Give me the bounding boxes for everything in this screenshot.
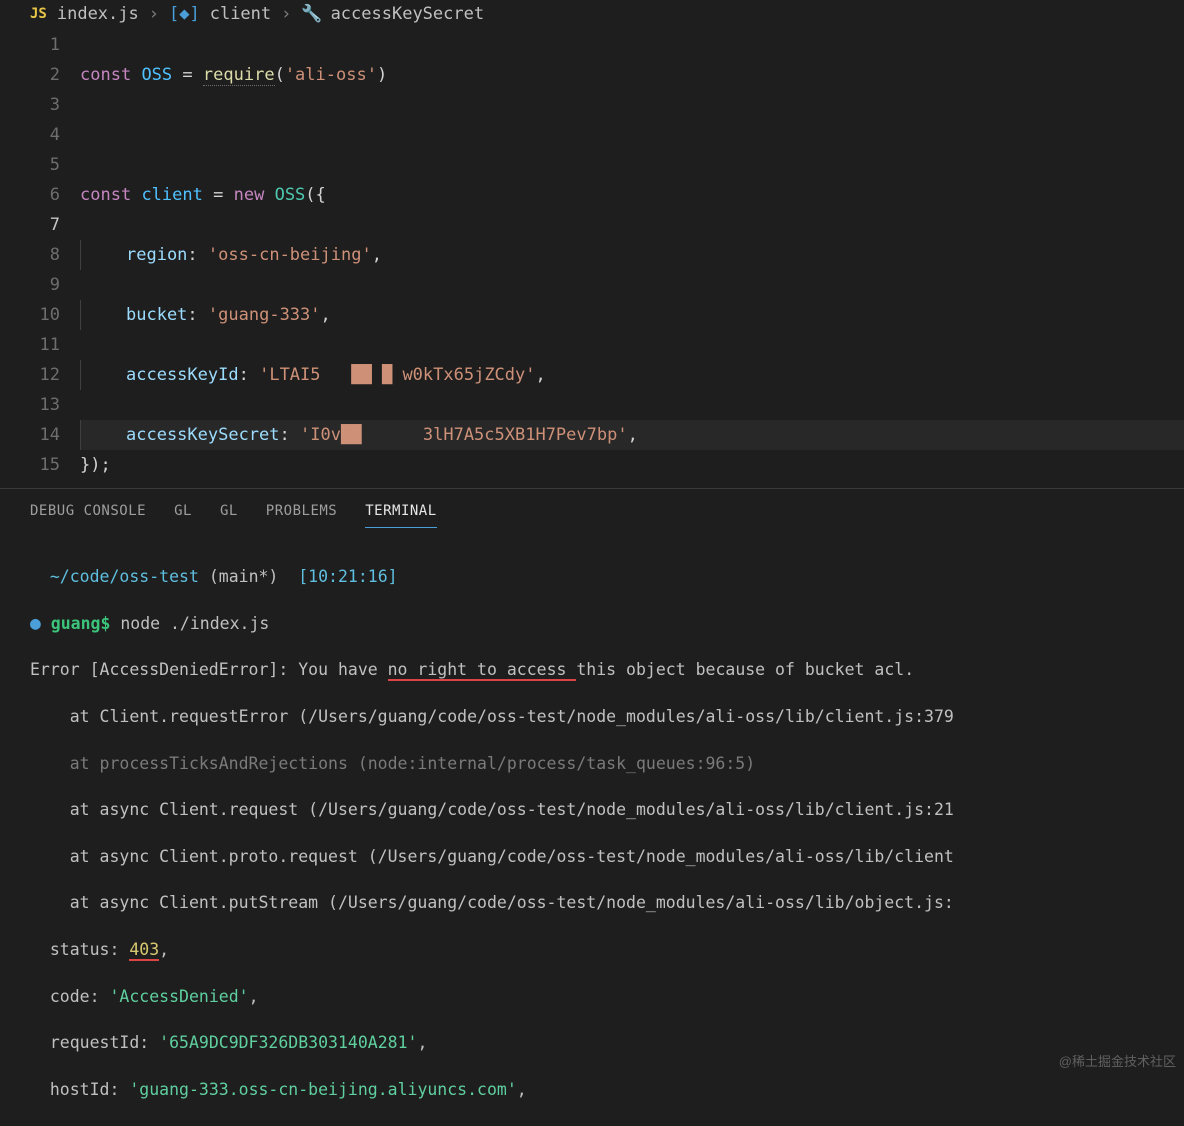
code-token: OSS (275, 185, 306, 205)
line-number: 12 (0, 360, 60, 390)
code-content[interactable]: const OSS = require('ali-oss') const cli… (80, 30, 1184, 488)
terminal-prompt: guang$ (51, 614, 111, 633)
line-number: 1 (0, 30, 60, 60)
terminal-branch: (main*) (209, 567, 279, 586)
tab-terminal[interactable]: TERMINAL (365, 499, 436, 528)
variable-icon: [◆] (169, 4, 200, 24)
terminal-trace: at async Client.proto.request (/Users/gu… (30, 845, 1166, 868)
code-token: region (126, 245, 187, 265)
code-token: accessKeySecret (126, 425, 280, 445)
code-token: const (80, 185, 131, 205)
code-token: 'ali-oss' (285, 65, 377, 85)
terminal-trace: at async Client.putStream (/Users/guang/… (30, 891, 1166, 914)
terminal-prop-key: requestId: (50, 1033, 149, 1052)
bottom-panel: DEBUG CONSOLE GL GL PROBLEMS TERMINAL ~/… (0, 488, 1184, 1114)
breadcrumb: JS index.js › [◆] client › 🔧 accessKeySe… (0, 0, 1184, 30)
panel-tabs: DEBUG CONSOLE GL GL PROBLEMS TERMINAL (0, 489, 1184, 528)
tab-problems[interactable]: PROBLEMS (266, 499, 337, 528)
line-number: 2 (0, 60, 60, 90)
line-number: 4 (0, 120, 60, 150)
code-token: new (234, 185, 265, 205)
line-number: 13 (0, 390, 60, 420)
watermark: @稀土掘金技术社区 (1059, 1051, 1176, 1070)
tab-gl-2[interactable]: GL (220, 499, 238, 528)
line-number: 3 (0, 90, 60, 120)
line-number: 8 (0, 240, 60, 270)
breadcrumb-file[interactable]: index.js (57, 4, 139, 24)
line-number: 15 (0, 450, 60, 480)
terminal-trace: at async Client.request (/Users/guang/co… (30, 798, 1166, 821)
terminal-prop-key: code: (50, 987, 100, 1006)
code-token: 'oss-cn-beijing' (208, 245, 372, 265)
code-token: client (141, 185, 202, 205)
line-number-gutter: 1 2 3 4 5 6 7 8 9 10 11 12 13 14 15 (0, 30, 80, 488)
line-number: 6 (0, 180, 60, 210)
terminal-prop-value: '65A9DC9DF326DB303140A281' (159, 1033, 417, 1052)
code-editor[interactable]: 1 2 3 4 5 6 7 8 9 10 11 12 13 14 15 cons… (0, 30, 1184, 488)
line-number: 11 (0, 330, 60, 360)
code-token: 'LTAI5 ██ █ w0kTx65jZCdy' (259, 365, 535, 385)
code-token: 'guang-333' (208, 305, 321, 325)
code-token: 'I0v██ 3lH7A5c5XB1H7Pev7bp' (300, 425, 628, 445)
line-number-current: 7 (0, 210, 60, 240)
terminal-prop-key: status: (50, 940, 120, 959)
tab-debug-console[interactable]: DEBUG CONSOLE (30, 499, 146, 528)
code-token: require (203, 65, 275, 86)
terminal-trace: at Client.requestError (/Users/guang/cod… (30, 705, 1166, 728)
terminal-cwd: ~/code/oss-test (50, 567, 199, 586)
terminal-prop-value: 'AccessDenied' (109, 987, 248, 1006)
terminal-prop-value: 403 (129, 940, 159, 961)
line-number: 9 (0, 270, 60, 300)
code-token: accessKeyId (126, 365, 239, 385)
js-file-icon: JS (30, 6, 47, 22)
wrench-icon: 🔧 (301, 4, 322, 24)
terminal-trace: at processTicksAndRejections (node:inter… (30, 752, 1166, 775)
breadcrumb-symbol-client[interactable]: client (210, 4, 271, 24)
terminal-command: node ./index.js (120, 614, 269, 633)
code-token: OSS (141, 65, 172, 85)
line-number: 10 (0, 300, 60, 330)
code-token: bucket (126, 305, 187, 325)
terminal-time: [10:21:16] (298, 567, 397, 586)
chevron-right-icon: › (281, 4, 291, 24)
line-number: 5 (0, 150, 60, 180)
prompt-indicator-icon: ● (30, 613, 41, 634)
tab-gl[interactable]: GL (174, 499, 192, 528)
terminal-error-line: Error [AccessDeniedError]: You have no r… (30, 658, 1166, 681)
line-number: 14 (0, 420, 60, 450)
terminal-prop-value: 'guang-333.oss-cn-beijing.aliyuncs.com' (129, 1080, 516, 1099)
breadcrumb-symbol-accesskeysecret[interactable]: accessKeySecret (331, 4, 485, 24)
terminal-output[interactable]: ~/code/oss-test (main*) [10:21:16] ● gua… (0, 528, 1184, 1114)
code-token: const (80, 65, 131, 85)
chevron-right-icon: › (149, 4, 159, 24)
terminal-prop-key: hostId: (50, 1080, 120, 1099)
